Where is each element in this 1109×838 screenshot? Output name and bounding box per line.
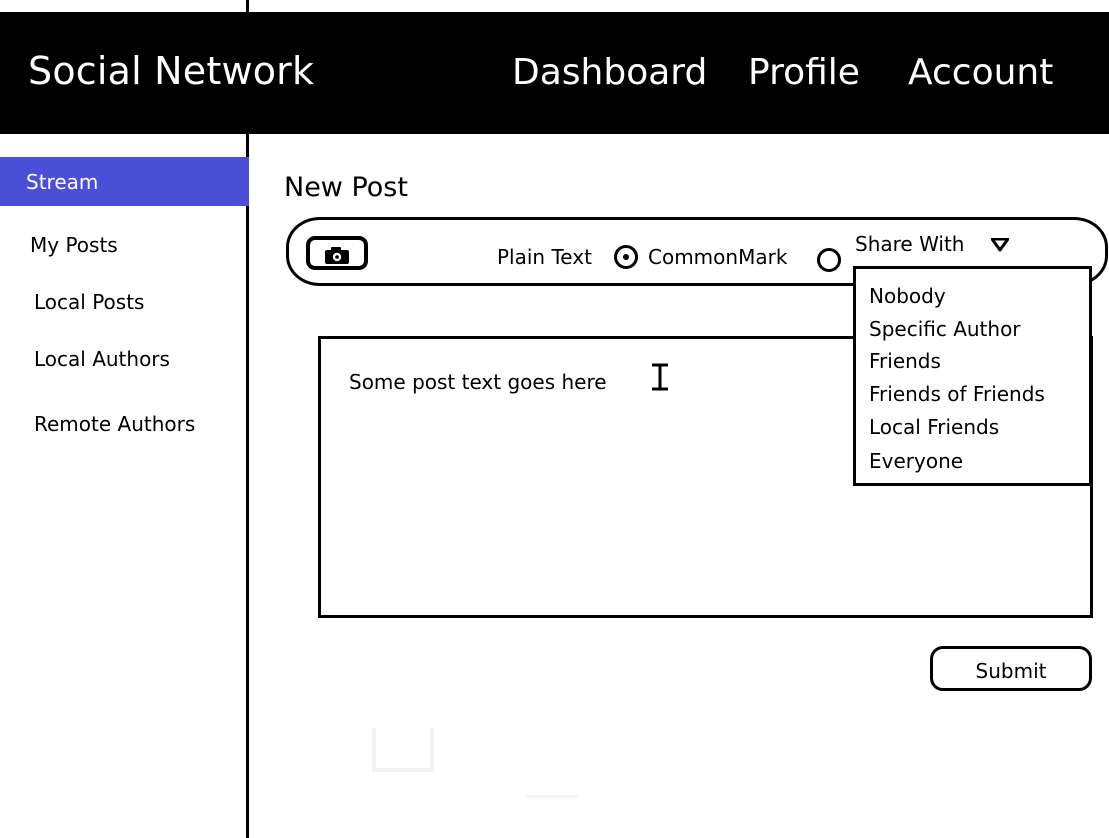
- nav-dashboard[interactable]: Dashboard: [512, 52, 707, 94]
- commonmark-radio[interactable]: [817, 248, 841, 272]
- submit-label: Submit: [975, 659, 1047, 683]
- nav-profile[interactable]: Profile: [748, 52, 860, 94]
- sidebar-item-local-posts[interactable]: Local Posts: [34, 290, 144, 314]
- camera-icon: [325, 247, 349, 264]
- top-divider-line: [246, 0, 249, 12]
- share-option-friends-of-friends[interactable]: Friends of Friends: [869, 382, 1045, 406]
- plain-text-label: Plain Text: [497, 245, 592, 269]
- share-option-local-friends[interactable]: Local Friends: [869, 415, 999, 439]
- sidebar-item-my-posts[interactable]: My Posts: [30, 233, 118, 257]
- share-option-friends[interactable]: Friends: [869, 349, 941, 373]
- text-cursor-icon: [652, 363, 668, 391]
- share-option-nobody[interactable]: Nobody: [869, 284, 946, 308]
- nav-account[interactable]: Account: [908, 52, 1053, 94]
- radio-selected-dot: [623, 254, 629, 260]
- sidebar-item-remote-authors[interactable]: Remote Authors: [34, 412, 195, 436]
- page-title: New Post: [284, 172, 408, 203]
- sidebar-item-stream[interactable]: Stream: [0, 157, 249, 206]
- share-with-label[interactable]: Share With: [855, 232, 964, 256]
- top-header: Social Network Dashboard Profile Account: [0, 12, 1109, 134]
- faint-artifact-line: [526, 795, 578, 798]
- sidebar-item-local-authors[interactable]: Local Authors: [34, 347, 170, 371]
- share-with-dropdown: Nobody Specific Author Friends Friends o…: [853, 266, 1092, 486]
- sidebar-divider: [246, 134, 249, 838]
- plain-text-radio[interactable]: [614, 245, 638, 269]
- share-option-everyone[interactable]: Everyone: [869, 449, 963, 473]
- sidebar-item-label: Stream: [26, 170, 99, 194]
- commonmark-label: CommonMark: [648, 245, 788, 269]
- camera-button[interactable]: [306, 236, 368, 270]
- submit-button[interactable]: Submit: [930, 646, 1092, 691]
- brand-title: Social Network: [28, 49, 315, 93]
- caret-down-icon[interactable]: [991, 238, 1009, 252]
- post-text: Some post text goes here: [349, 370, 607, 394]
- share-option-specific-author[interactable]: Specific Author: [869, 317, 1021, 341]
- faint-artifact: [372, 728, 434, 772]
